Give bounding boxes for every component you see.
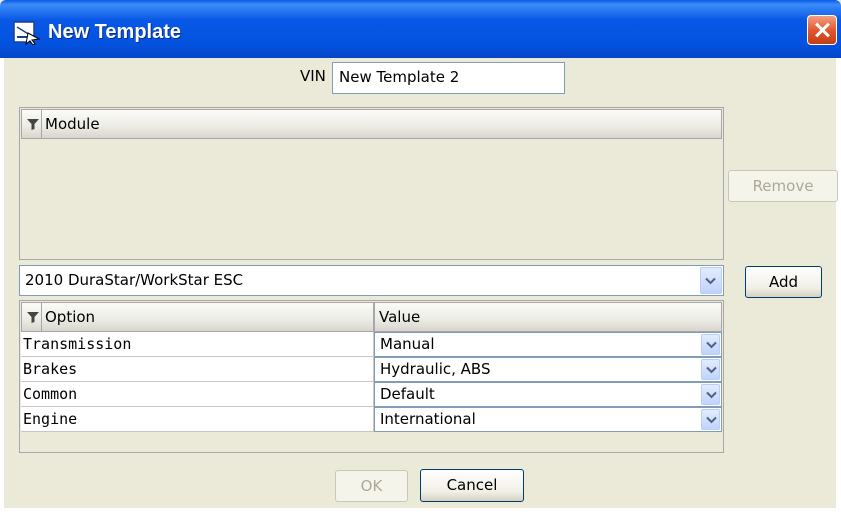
value-select[interactable]: Hydraulic, ABS: [374, 357, 722, 382]
chevron-down-icon[interactable]: [700, 267, 722, 294]
value-select[interactable]: Manual: [374, 332, 722, 357]
window-border-bottom: [0, 508, 841, 514]
window-title: New Template: [48, 21, 181, 43]
option-cell[interactable]: Transmission: [21, 332, 374, 357]
module-column-header[interactable]: Module: [21, 109, 722, 139]
option-cell[interactable]: Engine: [21, 407, 374, 432]
module-select-value: 2010 DuraStar/WorkStar ESC: [25, 271, 244, 289]
dialog-window: New Template VIN New Template 2 Module R…: [0, 0, 841, 514]
window-border-left: [0, 58, 4, 514]
options-table[interactable]: Option Value Transmission Manual Brakes …: [19, 300, 724, 453]
module-select[interactable]: 2010 DuraStar/WorkStar ESC: [19, 265, 724, 296]
module-table[interactable]: Module: [19, 107, 724, 260]
value-column-header[interactable]: Value: [374, 302, 722, 332]
option-column-header[interactable]: Option: [21, 302, 374, 332]
value-select[interactable]: Default: [374, 382, 722, 407]
cancel-button[interactable]: Cancel: [420, 469, 524, 502]
close-icon[interactable]: [807, 15, 837, 45]
chevron-down-icon[interactable]: [701, 409, 720, 430]
chevron-down-icon[interactable]: [701, 384, 720, 405]
value-select-text: International: [380, 410, 476, 428]
header-divider: [41, 110, 42, 138]
chevron-down-icon[interactable]: [701, 359, 720, 380]
add-button[interactable]: Add: [745, 266, 822, 298]
vin-label: VIN: [300, 67, 326, 85]
option-column-label: Option: [45, 308, 96, 326]
title-bar[interactable]: New Template: [0, 0, 841, 58]
remove-button[interactable]: Remove: [728, 170, 838, 202]
value-select-text: Hydraulic, ABS: [380, 360, 491, 378]
header-divider: [41, 303, 42, 331]
template-window-icon: [13, 21, 41, 45]
value-column-label: Value: [379, 308, 421, 326]
value-select-text: Manual: [380, 335, 435, 353]
value-select[interactable]: International: [374, 407, 722, 432]
filter-icon[interactable]: [26, 310, 40, 324]
option-cell[interactable]: Common: [21, 382, 374, 407]
module-column-label: Module: [45, 115, 100, 133]
chevron-down-icon[interactable]: [701, 334, 720, 355]
value-select-text: Default: [380, 385, 435, 403]
ok-button[interactable]: OK: [335, 470, 408, 502]
option-cell[interactable]: Brakes: [21, 357, 374, 382]
filter-icon[interactable]: [26, 117, 40, 131]
window-border-right: [836, 58, 841, 514]
vin-input[interactable]: New Template 2: [332, 62, 565, 94]
